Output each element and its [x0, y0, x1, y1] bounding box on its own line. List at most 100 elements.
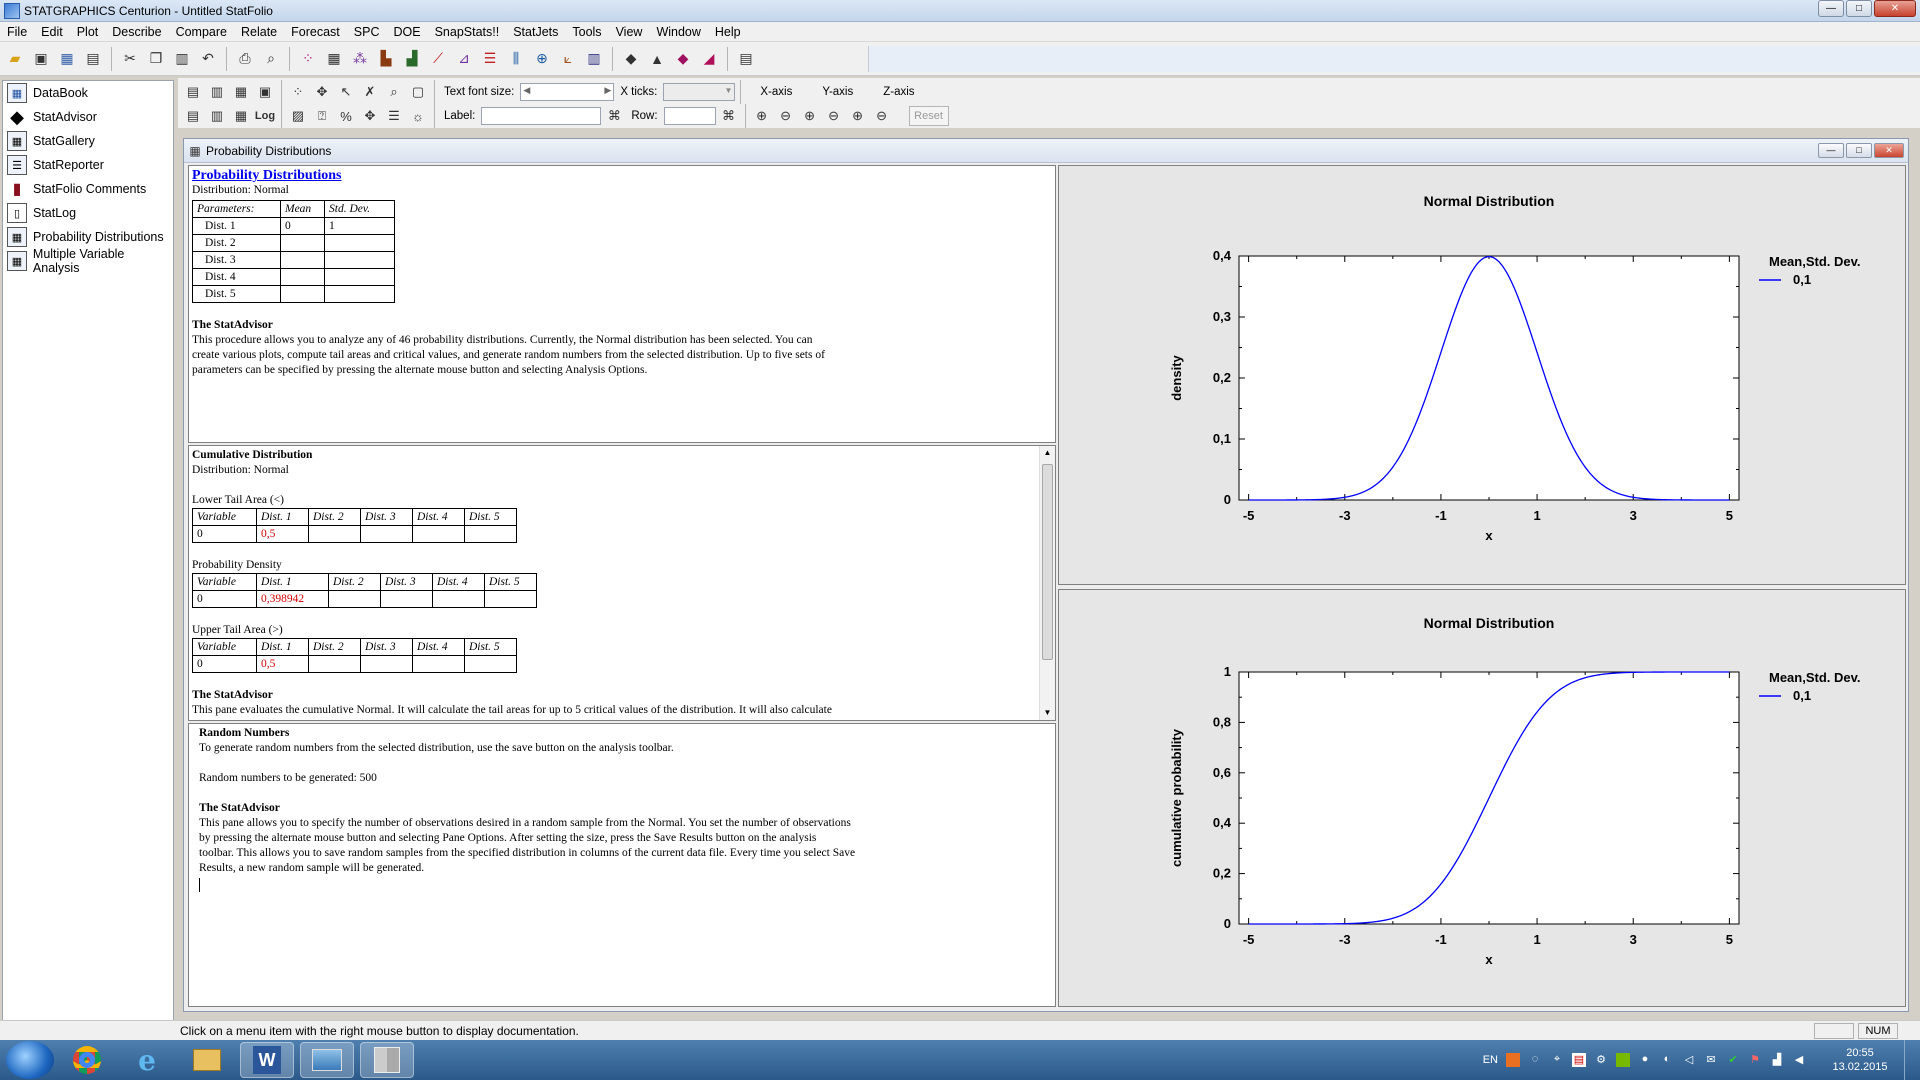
align-icon[interactable]: ☰ [383, 105, 405, 127]
viewer-taskbar-button[interactable] [300, 1042, 354, 1078]
statadvisor-tool-icon[interactable]: ◆ [620, 48, 642, 70]
nav-item-statreporter[interactable]: ☰ StatReporter [3, 153, 173, 177]
tables-graphs-icon[interactable]: ▦ [230, 81, 252, 103]
zoom-in-icon[interactable]: ⊕ [751, 105, 773, 127]
density-plot-pane[interactable]: Normal Distribution 0 0,1 0,2 0,3 0,4 -5 -3 -1 1 3… [1058, 165, 1906, 585]
vertical-scrollbar[interactable]: ▲ ▼ [1039, 446, 1055, 720]
scroll-thumb[interactable] [1042, 464, 1053, 660]
tray-app-icon[interactable]: ◌ [1528, 1053, 1542, 1067]
menu-plot[interactable]: Plot [70, 25, 106, 39]
statreporter-tool-icon[interactable]: ◆ [672, 48, 694, 70]
menu-file[interactable]: File [0, 25, 34, 39]
print-preview-icon[interactable]: ⌕ [260, 48, 282, 70]
exclude-icon[interactable]: ✗ [359, 81, 381, 103]
menu-compare[interactable]: Compare [169, 25, 234, 39]
close-button[interactable]: ✕ [1874, 0, 1916, 17]
trend-chart-icon[interactable]: ⟀ [557, 48, 579, 70]
zoom-icon[interactable]: ⌕ [383, 81, 405, 103]
cdf-plot-pane[interactable]: Normal Distribution 0 0,2 0,4 0,6 0,8 1 -5 -3 -1 1… [1058, 589, 1906, 1007]
menu-forecast[interactable]: Forecast [284, 25, 347, 39]
zoom-out-icon[interactable]: ⊖ [775, 105, 797, 127]
report-icon[interactable]: ▥ [206, 105, 228, 127]
copy-icon[interactable]: ❐ [145, 48, 167, 70]
statgallery-tool-icon[interactable]: ▲ [646, 48, 668, 70]
fill-icon[interactable]: ▨ [287, 105, 309, 127]
zoom-out-y-icon[interactable]: ⊖ [871, 105, 893, 127]
menu-edit[interactable]: Edit [34, 25, 70, 39]
copy-graph-icon[interactable]: ▢ [407, 81, 429, 103]
clock[interactable]: 20:55 13.02.2015 [1824, 1046, 1896, 1074]
font-size-slider[interactable]: ◀ ▶ [520, 83, 615, 101]
list-icon[interactable]: ☰ [479, 48, 501, 70]
graph-options-icon[interactable]: ▦ [230, 105, 252, 127]
slider-right-arrow[interactable]: ▶ [604, 85, 611, 96]
minimize-button[interactable]: — [1818, 0, 1844, 17]
input-dialog-icon[interactable]: ▤ [182, 81, 204, 103]
maximize-button[interactable]: □ [1846, 0, 1872, 17]
explorer-taskbar-button[interactable] [180, 1042, 234, 1078]
menu-doe[interactable]: DOE [386, 25, 427, 39]
menu-spc[interactable]: SPC [347, 25, 387, 39]
start-button[interactable] [6, 1041, 54, 1079]
analysis-title-link[interactable]: Probability Distributions [192, 168, 1052, 183]
scroll-up-arrow[interactable]: ▲ [1040, 446, 1055, 460]
menu-view[interactable]: View [609, 25, 650, 39]
regression-icon[interactable]: ⟋ [427, 48, 449, 70]
nav-item-statadvisor[interactable]: ◆ StatAdvisor [3, 105, 173, 129]
zoom-in-y-icon[interactable]: ⊕ [847, 105, 869, 127]
tray-app-icon[interactable]: ◐ [1660, 1053, 1674, 1067]
format-icon[interactable]: ⍰ [311, 105, 333, 127]
tray-app-icon[interactable]: ⌖ [1550, 1053, 1564, 1067]
random-numbers-pane[interactable]: Random Numbers To generate random number… [188, 723, 1056, 1007]
analysis-summary-pane[interactable]: Probability Distributions Distribution: … [188, 165, 1056, 443]
analysis-options-icon[interactable]: ▥ [206, 81, 228, 103]
nav-item-databook[interactable]: ▦ DataBook [3, 81, 173, 105]
scatterplot-icon[interactable]: ⁘ [297, 48, 319, 70]
percent-icon[interactable]: % [335, 105, 357, 127]
log-icon[interactable]: Log [254, 105, 276, 127]
mdi-restore-button[interactable]: □ [1846, 143, 1872, 158]
column-chart-icon[interactable]: ▥ [583, 48, 605, 70]
pointer-icon[interactable]: ↖ [335, 81, 357, 103]
histogram-icon[interactable]: ▙ [375, 48, 397, 70]
menu-tools[interactable]: Tools [565, 25, 608, 39]
row-input[interactable] [663, 107, 716, 125]
nav-item-statgallery[interactable]: ▦ StatGallery [3, 129, 173, 153]
menu-help[interactable]: Help [708, 25, 748, 39]
tray-app-icon[interactable]: ● [1638, 1053, 1652, 1067]
mdi-minimize-button[interactable]: — [1818, 143, 1844, 158]
tray-app-icon[interactable]: ⚙ [1594, 1053, 1608, 1067]
menu-snapstats[interactable]: SnapStats!! [428, 25, 507, 39]
slider-left-arrow[interactable]: ◀ [523, 85, 530, 96]
brush-icon[interactable]: ✥ [311, 81, 333, 103]
target-icon[interactable]: ⊕ [531, 48, 553, 70]
menu-statjets[interactable]: StatJets [506, 25, 565, 39]
statgraphics-taskbar-button[interactable] [360, 1042, 414, 1078]
datasheet-icon[interactable]: ▦ [56, 48, 78, 70]
nav-item-statfolio-comments[interactable]: ▮ StatFolio Comments [3, 177, 173, 201]
table-icon[interactable]: ▦ [323, 48, 345, 70]
zoom-in-x-icon[interactable]: ⊕ [799, 105, 821, 127]
tray-app-icon[interactable] [1506, 1053, 1520, 1067]
nav-item-multiple-variable-analysis[interactable]: ▦ Multiple Variable Analysis [3, 247, 173, 275]
calculator-icon[interactable]: ▤ [735, 48, 757, 70]
move-icon[interactable]: ✥ [359, 105, 381, 127]
menu-relate[interactable]: Relate [234, 25, 284, 39]
lightbulb-icon[interactable]: ☼ [407, 105, 429, 127]
zaxis-button[interactable]: Z-axis [883, 86, 914, 98]
nav-item-statlog[interactable]: ▯ StatLog [3, 201, 173, 225]
menu-describe[interactable]: Describe [105, 25, 168, 39]
tray-app-icon[interactable]: ✉ [1704, 1053, 1718, 1067]
save-all-icon[interactable]: ▤ [82, 48, 104, 70]
undo-icon[interactable]: ↶ [197, 48, 219, 70]
speaker-icon[interactable]: ◀ [1792, 1053, 1806, 1067]
tray-app-icon[interactable]: ✔ [1726, 1053, 1740, 1067]
chrome-taskbar-button[interactable] [60, 1042, 114, 1078]
open-icon[interactable]: ▰ [4, 48, 26, 70]
reset-button[interactable]: Reset [908, 106, 949, 126]
show-desktop-button[interactable] [1904, 1040, 1916, 1080]
label-input[interactable] [481, 107, 602, 125]
bar-chart-icon[interactable]: ▟ [401, 48, 423, 70]
save-icon[interactable]: ▣ [30, 48, 52, 70]
word-taskbar-button[interactable]: W [240, 1042, 294, 1078]
